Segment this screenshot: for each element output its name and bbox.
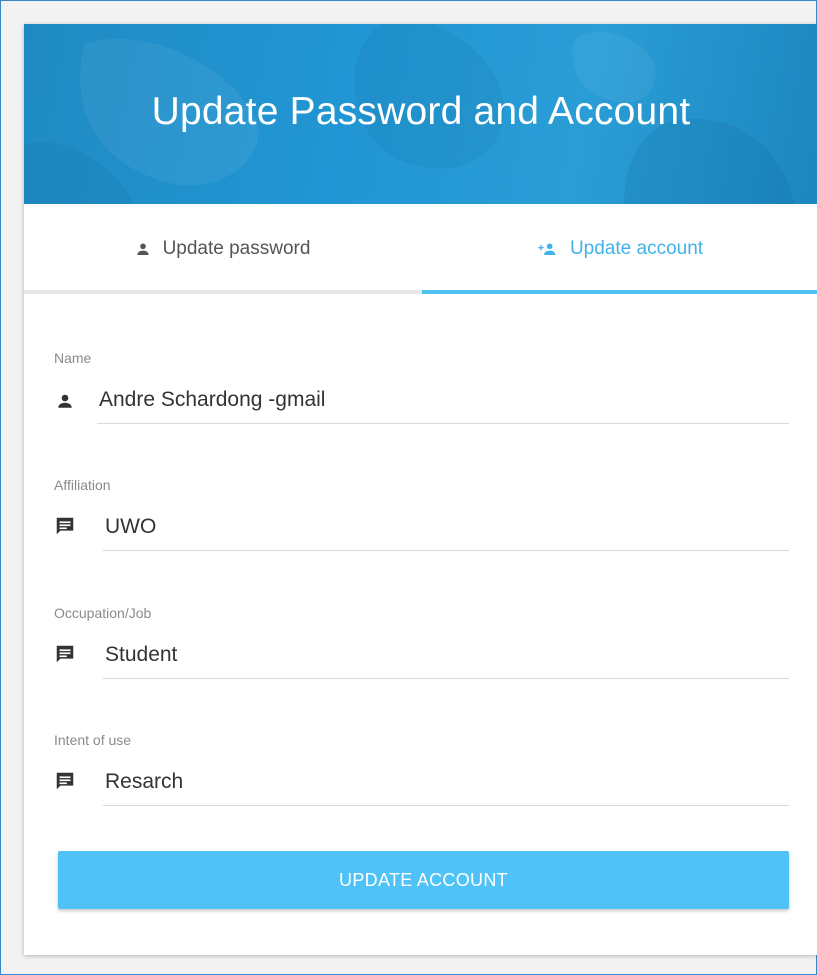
affiliation-input[interactable] [103, 503, 789, 551]
window-frame: Update Password and Account Update passw… [0, 0, 817, 975]
tab-update-account[interactable]: Update account [421, 204, 817, 294]
tab-update-password[interactable]: Update password [24, 204, 421, 294]
person-icon [56, 392, 80, 416]
name-field: Name [54, 350, 789, 430]
intent-field: Intent of use [54, 732, 789, 812]
occupation-input[interactable] [103, 631, 789, 679]
page-title: Update Password and Account [151, 90, 691, 133]
name-input[interactable] [97, 376, 789, 424]
intent-label: Intent of use [54, 732, 132, 748]
update-account-button[interactable]: UPDATE ACCOUNT [58, 851, 789, 909]
occupation-field: Occupation/Job [54, 605, 789, 685]
comment-icon [54, 770, 78, 794]
tab-update-account-label: Update account [569, 238, 704, 259]
comment-icon [54, 515, 78, 539]
person-icon [135, 241, 151, 257]
affiliation-field: Affiliation [54, 477, 789, 557]
comment-icon [54, 643, 78, 667]
tab-update-password-label: Update password [162, 238, 311, 259]
active-tab-indicator [422, 290, 817, 294]
occupation-label: Occupation/Job [54, 605, 152, 621]
name-label: Name [54, 350, 92, 366]
person-add-icon [536, 241, 558, 257]
tab-bar: Update password Update account [24, 204, 817, 294]
intent-input[interactable] [103, 758, 789, 806]
affiliation-label: Affiliation [54, 477, 111, 493]
account-card: Update Password and Account Update passw… [24, 24, 817, 955]
header-banner: Update Password and Account [24, 24, 817, 204]
